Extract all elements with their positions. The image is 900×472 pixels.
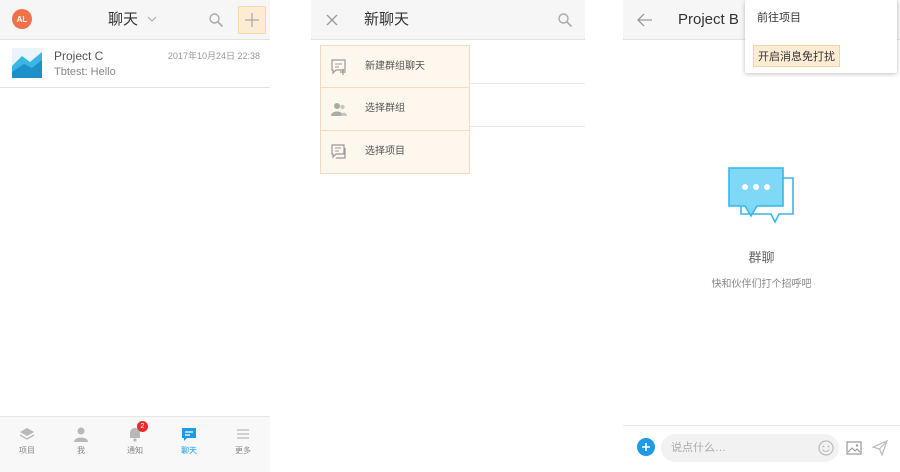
notification-badge: 2 — [137, 421, 148, 432]
menu-item-label: 选择项目 — [365, 146, 405, 157]
project-thumbnail-icon — [12, 48, 42, 78]
empty-state-title: 群聊 — [748, 250, 775, 265]
group-chat-screen: Project B 前往项目 开启消息免打扰 群聊 快和伙伴们打个招呼吧 — [623, 0, 900, 472]
image-icon[interactable] — [845, 439, 863, 457]
close-icon[interactable] — [323, 11, 341, 29]
page-title: Project B — [678, 11, 739, 28]
chat-time: 2017年10月24日 22:38 — [167, 51, 260, 61]
project-icon — [331, 144, 347, 160]
message-input-bar — [623, 425, 900, 472]
tab-more[interactable]: 更多 — [216, 417, 270, 472]
chevron-down-icon[interactable] — [147, 14, 157, 24]
tab-label: 聊天 — [181, 446, 197, 455]
send-icon[interactable] — [871, 439, 889, 457]
tab-label: 我 — [77, 446, 85, 455]
chat-name: Project C — [54, 49, 104, 63]
new-chat-menu: 新建群组聊天 选择群组 选择项目 — [320, 45, 470, 174]
page-title[interactable]: 聊天 — [108, 0, 138, 40]
tab-notifications[interactable]: 2 通知 — [108, 417, 162, 472]
header: AL 聊天 — [0, 0, 270, 40]
empty-state-subtitle: 快和伙伴们打个招呼吧 — [711, 279, 812, 290]
menu-item-label: 新建群组聊天 — [365, 61, 425, 72]
new-group-chat-icon — [331, 59, 347, 75]
group-chat-illustration-icon — [727, 166, 795, 226]
tab-projects[interactable]: 项目 — [0, 417, 54, 472]
search-icon[interactable] — [555, 10, 575, 30]
chat-list-item[interactable]: Project C Tbtest: Hello 2017年10月24日 22:3… — [0, 43, 270, 88]
tab-me[interactable]: 我 — [54, 417, 108, 472]
search-icon[interactable] — [206, 10, 226, 30]
options-dropdown: 前往项目 开启消息免打扰 — [745, 0, 897, 73]
tab-label: 更多 — [235, 446, 251, 455]
add-icon[interactable] — [238, 6, 266, 34]
divider — [470, 126, 585, 127]
menu-item-select-project[interactable]: 选择项目 — [320, 131, 470, 174]
menu-item-label: 选择群组 — [365, 103, 405, 114]
person-icon — [73, 426, 89, 442]
group-icon — [331, 101, 347, 117]
back-arrow-icon[interactable] — [635, 10, 655, 30]
menu-item-go-to-project[interactable]: 前往项目 — [753, 0, 805, 36]
divider — [470, 83, 585, 84]
tab-label: 项目 — [19, 446, 35, 455]
chat-list-screen: AL 聊天 Project C Tbtest: Hello 2017年10月24… — [0, 0, 270, 472]
message-input[interactable] — [661, 434, 839, 462]
menu-item-mute-notifications[interactable]: 开启消息免打扰 — [753, 45, 840, 67]
tab-chat[interactable]: 聊天 — [162, 417, 216, 472]
menu-item-select-group[interactable]: 选择群组 — [320, 88, 470, 131]
chat-icon — [181, 426, 197, 442]
add-attachment-icon[interactable] — [637, 438, 655, 456]
avatar[interactable]: AL — [12, 9, 32, 29]
page-title: 新聊天 — [364, 11, 410, 28]
menu-item-new-group-chat[interactable]: 新建群组聊天 — [320, 45, 470, 88]
emoji-icon[interactable] — [817, 439, 835, 457]
header: 新聊天 — [311, 0, 585, 40]
menu-icon — [235, 426, 251, 442]
chat-last-message: Tbtest: Hello — [54, 66, 116, 78]
tab-label: 通知 — [127, 446, 143, 455]
layers-icon — [19, 426, 35, 442]
new-chat-screen: 新聊天 新建群组聊天 选择群组 选择项目 — [311, 0, 585, 472]
bottom-tab-bar: 项目 我 2 通知 聊天 更多 — [0, 416, 270, 472]
